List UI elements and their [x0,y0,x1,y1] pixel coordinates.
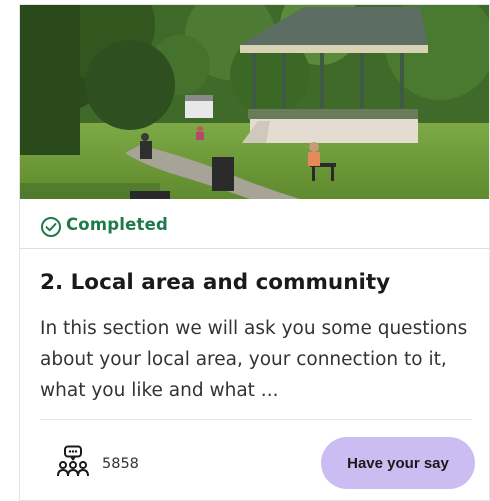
park-scene-illustration [20,5,489,199]
have-your-say-button[interactable]: Have your say [321,437,475,489]
section-description: In this section we will ask you some que… [40,318,468,401]
status-label: Completed [66,215,168,234]
check-circle-icon [41,217,61,237]
survey-card: Completed 2. Local area and community In… [19,4,490,501]
park-bandstand-image [20,5,489,199]
people-chat-icon [57,445,89,477]
status-row: Completed [20,201,489,249]
section-title[interactable]: 2. Local area and community [40,270,390,295]
participant-count: 5858 [102,456,139,472]
divider [40,419,472,420]
